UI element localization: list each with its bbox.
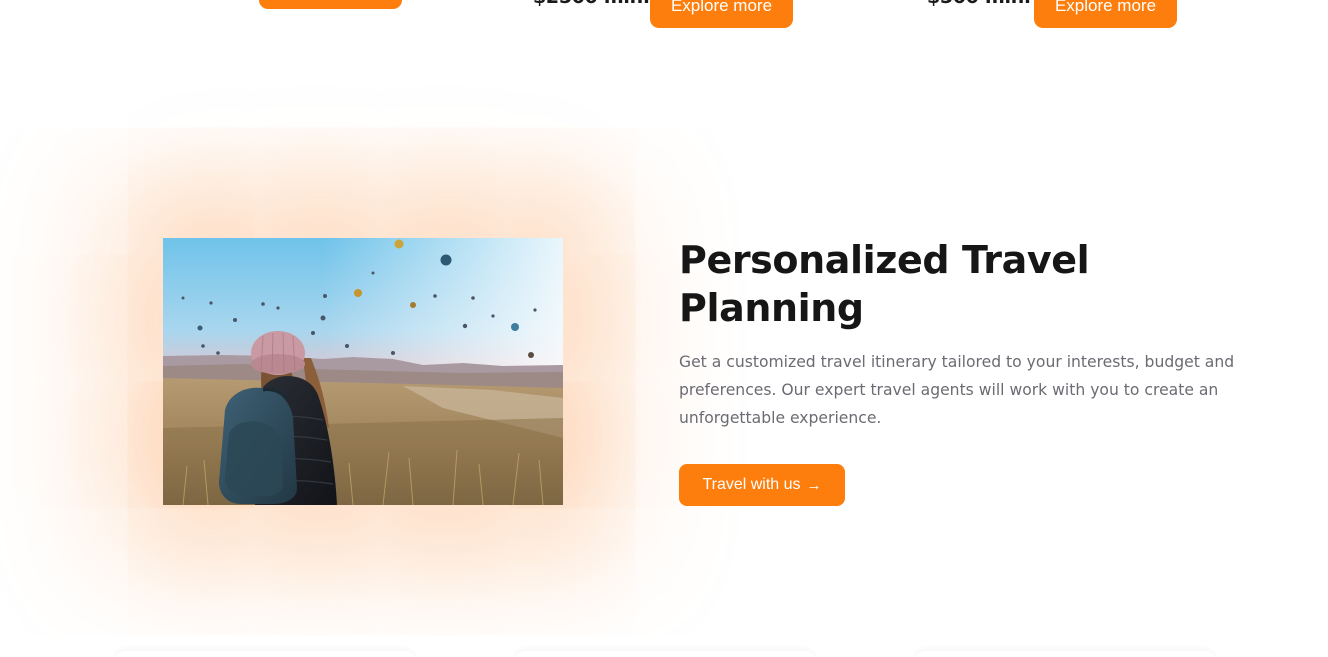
explore-more-button[interactable]: Explore more: [650, 0, 793, 28]
price-label: $2500 min.: [533, 0, 650, 8]
section-title: Personalized Travel Planning: [679, 238, 1090, 330]
feature-image: [163, 238, 563, 505]
explore-more-button[interactable]: Explore more: [1034, 0, 1177, 28]
page: $2500 min. Explore more $500 min. Explor…: [0, 0, 1328, 657]
traveler-balloons-photo: [163, 238, 563, 505]
card-preview: [515, 651, 815, 657]
cta-label: Travel with us: [702, 476, 801, 493]
explore-more-button[interactable]: [259, 0, 402, 9]
arrow-right-icon: →: [806, 476, 822, 494]
card-preview: [915, 651, 1215, 657]
card-preview: [115, 651, 415, 657]
section-description: Get a customized travel itinerary tailor…: [679, 353, 1235, 427]
travel-with-us-button[interactable]: Travel with us →: [679, 464, 845, 506]
price-label: $500 min.: [927, 0, 1031, 8]
